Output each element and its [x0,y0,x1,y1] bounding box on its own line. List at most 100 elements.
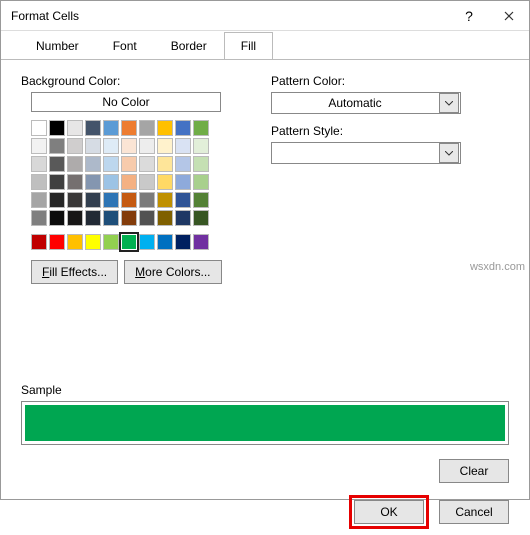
color-swatch[interactable] [193,210,209,226]
color-swatch[interactable] [31,234,47,250]
close-icon [504,11,514,21]
color-swatch[interactable] [193,174,209,190]
color-swatch[interactable] [157,174,173,190]
chevron-down-icon [439,93,459,113]
close-button[interactable] [489,1,529,31]
format-cells-dialog: Format Cells ? Number Font Border Fill B… [0,0,530,500]
more-colors-button[interactable]: More Colors...More Colors... [124,260,221,284]
color-swatch[interactable] [31,192,47,208]
color-swatch[interactable] [193,192,209,208]
color-swatch[interactable] [139,138,155,154]
pattern-color-combo[interactable]: Automatic [271,92,461,114]
color-swatch[interactable] [175,174,191,190]
watermark: wsxdn.com [470,261,525,273]
color-swatch[interactable] [103,192,119,208]
color-swatch[interactable] [67,192,83,208]
color-swatch[interactable] [157,210,173,226]
color-swatch[interactable] [85,138,101,154]
color-swatch[interactable] [31,210,47,226]
color-swatch[interactable] [175,234,191,250]
color-swatch[interactable] [193,120,209,136]
color-swatch[interactable] [103,234,119,250]
background-color-label: Background Color: [21,74,271,88]
color-swatch[interactable] [157,156,173,172]
color-swatch[interactable] [121,234,137,250]
color-swatch[interactable] [31,138,47,154]
color-swatch[interactable] [49,192,65,208]
color-swatch[interactable] [175,138,191,154]
color-swatch[interactable] [121,210,137,226]
color-swatch[interactable] [85,174,101,190]
color-swatch[interactable] [85,210,101,226]
color-swatch[interactable] [157,138,173,154]
dialog-title: Format Cells [11,9,449,23]
color-swatch[interactable] [85,156,101,172]
color-swatch[interactable] [67,210,83,226]
color-swatch[interactable] [139,120,155,136]
color-swatch[interactable] [49,120,65,136]
color-swatch[interactable] [103,120,119,136]
no-color-button[interactable]: No Color [31,92,221,112]
cancel-button[interactable]: Cancel [439,500,509,524]
pattern-color-label: Pattern Color: [271,74,509,88]
color-swatch[interactable] [193,234,209,250]
sample-label: Sample [21,383,509,397]
color-swatch[interactable] [121,156,137,172]
pattern-style-label: Pattern Style: [271,124,509,138]
color-swatch[interactable] [175,210,191,226]
color-swatch[interactable] [175,156,191,172]
color-swatch[interactable] [121,174,137,190]
color-swatch[interactable] [139,210,155,226]
color-swatch[interactable] [139,156,155,172]
color-swatch[interactable] [31,120,47,136]
pattern-color-value: Automatic [272,96,438,110]
color-swatch[interactable] [103,156,119,172]
color-swatch[interactable] [157,192,173,208]
sample-box [21,401,509,445]
color-swatch[interactable] [193,156,209,172]
color-swatch[interactable] [85,234,101,250]
color-swatch[interactable] [121,138,137,154]
sample-swatch [25,405,505,441]
tab-panel-fill: Background Color: No Color FFill Effects… [1,59,529,459]
pattern-style-combo[interactable] [271,142,461,164]
help-button[interactable]: ? [449,1,489,31]
tab-font[interactable]: Font [96,32,154,60]
color-swatch[interactable] [67,120,83,136]
color-swatch[interactable] [31,156,47,172]
color-swatch[interactable] [175,120,191,136]
color-swatch[interactable] [49,210,65,226]
ok-highlight: OK [349,495,429,529]
color-swatch[interactable] [193,138,209,154]
color-swatch[interactable] [67,234,83,250]
color-swatch[interactable] [157,234,173,250]
color-swatch[interactable] [139,234,155,250]
color-swatch[interactable] [103,138,119,154]
color-swatch[interactable] [157,120,173,136]
color-swatch[interactable] [67,174,83,190]
color-swatch[interactable] [49,156,65,172]
color-swatch[interactable] [121,120,137,136]
ok-button[interactable]: OK [354,500,424,524]
color-swatch[interactable] [49,138,65,154]
tab-fill[interactable]: Fill [224,32,273,60]
color-swatch[interactable] [49,174,65,190]
color-swatch[interactable] [67,156,83,172]
color-swatch[interactable] [85,120,101,136]
tab-border[interactable]: Border [154,32,224,60]
color-swatch[interactable] [103,174,119,190]
color-swatch[interactable] [175,192,191,208]
color-swatch[interactable] [67,138,83,154]
clear-button[interactable]: Clear [439,459,509,483]
chevron-down-icon [439,143,459,163]
color-swatch[interactable] [85,192,101,208]
color-swatch[interactable] [139,192,155,208]
color-swatch[interactable] [139,174,155,190]
fill-effects-button[interactable]: FFill Effects...ill Effects... [31,260,118,284]
color-swatch[interactable] [31,174,47,190]
color-swatch[interactable] [103,210,119,226]
color-palette [31,120,271,250]
color-swatch[interactable] [49,234,65,250]
color-swatch[interactable] [121,192,137,208]
tab-number[interactable]: Number [19,32,96,60]
